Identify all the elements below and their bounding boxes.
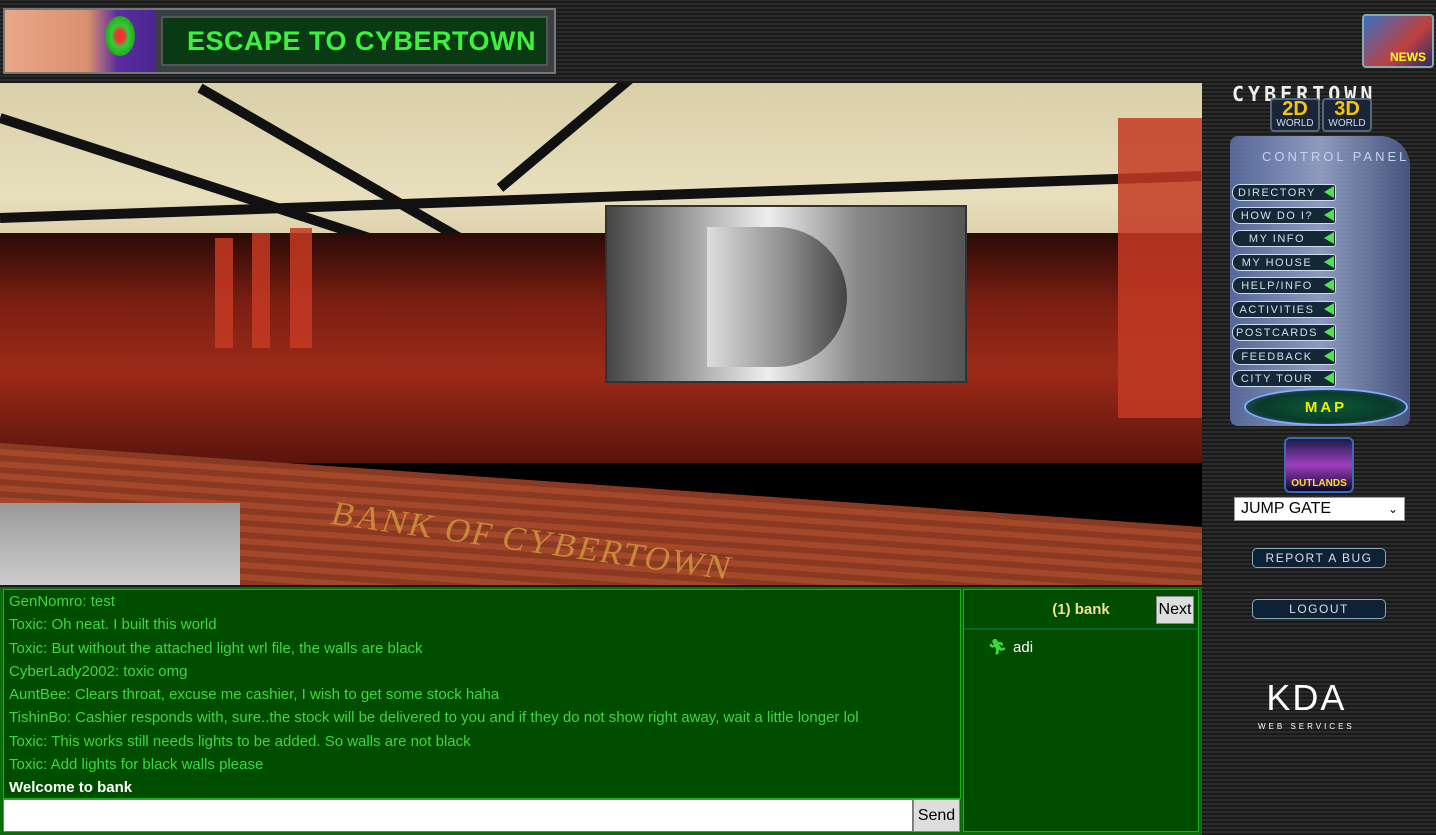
wall-panel (215, 238, 233, 348)
chat-message: Toxic: This works still needs lights to … (9, 732, 471, 750)
kda-logo: KDA WEB SERVICES (1258, 677, 1355, 732)
nav-label: ACTIVITIES (1239, 303, 1315, 316)
arrow-left-icon (1324, 326, 1334, 338)
wall-banner (1118, 118, 1202, 418)
bank-vault (605, 205, 967, 383)
nav-activities[interactable]: ACTIVITIES (1232, 301, 1336, 318)
wall-panel (252, 233, 270, 348)
room-title: (1) bank (1052, 600, 1110, 618)
user-name: adi (1013, 638, 1034, 656)
user-list-header: (1) bank Next (964, 590, 1198, 630)
chat-input[interactable] (3, 799, 913, 832)
arrow-left-icon (1324, 232, 1334, 244)
arrow-left-icon (1324, 209, 1334, 221)
chat-area: GenNomro: test Toxic: Oh neat. I built th… (0, 587, 1202, 835)
nav-city-tour[interactable]: CITY TOUR (1232, 370, 1336, 387)
arrow-left-icon (1324, 279, 1334, 291)
chat-message: AuntBee: Clears throat, excuse me cashie… (9, 686, 500, 704)
logout-button[interactable]: LOGOUT (1252, 599, 1386, 619)
arrow-left-icon (1324, 186, 1334, 198)
arrow-left-icon (1324, 372, 1334, 384)
chat-messages: GenNomro: test Toxic: Oh neat. I built th… (3, 589, 961, 799)
control-panel-title: CONTROL PANEL (1262, 149, 1410, 164)
nav-my-house[interactable]: MY HOUSE (1232, 254, 1336, 271)
3d-label: 3D (1334, 98, 1360, 120)
chat-message: TishinBo: Cashier responds with, sure..t… (9, 709, 859, 727)
3d-world-viewport[interactable]: BANK OF CYBERTOWN (0, 83, 1202, 585)
nav-directory[interactable]: DIRECTORY (1232, 184, 1336, 201)
2d-world-button[interactable]: 2D WORLD (1270, 98, 1320, 132)
chat-message: CyberLady2002: toxic omg (9, 662, 188, 680)
jump-gate-select[interactable]: JUMP GATE ⌄ (1234, 497, 1405, 521)
3d-world-button[interactable]: 3D WORLD (1322, 98, 1372, 132)
chat-message: Toxic: Oh neat. I built this world (9, 616, 217, 634)
world-label: WORLD (1276, 118, 1314, 129)
world-label: WORLD (1328, 118, 1366, 129)
nav-postcards[interactable]: POSTCARDS (1232, 324, 1336, 341)
nav-label: POSTCARDS (1236, 326, 1318, 339)
cybertown-banner: ESCAPE TO CYBERTOWN (3, 8, 556, 74)
floor (0, 503, 240, 585)
send-button[interactable]: Send (913, 799, 960, 832)
arrow-left-icon (1324, 303, 1334, 315)
wall-panel (290, 228, 312, 348)
chevron-down-icon: ⌄ (1387, 502, 1398, 516)
nav-label: MY HOUSE (1241, 256, 1313, 269)
system-message: Welcome to bank (9, 779, 133, 797)
nav-label: HELP/INFO (1241, 279, 1313, 292)
nav-label: FEEDBACK (1241, 350, 1313, 363)
wall (0, 233, 1202, 463)
news-button[interactable]: NEWS (1362, 14, 1434, 68)
nav-label: HOW DO I? (1240, 209, 1314, 222)
user-list-item[interactable]: 🏃︎ adi (988, 638, 1198, 657)
nav-label: CITY TOUR (1240, 372, 1314, 385)
news-label: NEWS (1390, 50, 1426, 64)
2d-label: 2D (1282, 98, 1308, 120)
user-list-panel: (1) bank Next 🏃︎ adi (963, 589, 1199, 832)
arrow-left-icon (1324, 256, 1334, 268)
next-button[interactable]: Next (1156, 596, 1194, 624)
sidebar: CYBERTOWN 2D WORLD 3D WORLD CONTROL PANEL … (1202, 80, 1436, 835)
banner-title: ESCAPE TO CYBERTOWN (161, 16, 548, 66)
vault-door (707, 227, 847, 367)
nav-label: MY INFO (1248, 232, 1306, 245)
outlands-button[interactable]: OUTLANDS (1284, 437, 1354, 493)
arrow-left-icon (1324, 350, 1334, 362)
nav-help-info[interactable]: HELP/INFO (1232, 277, 1336, 294)
avatar-face-image (5, 10, 155, 72)
nav-my-info[interactable]: MY INFO (1232, 230, 1336, 247)
nav-how-do-i[interactable]: HOW DO I? (1232, 207, 1336, 224)
nav-feedback[interactable]: FEEDBACK (1232, 348, 1336, 365)
map-button[interactable]: MAP (1244, 388, 1408, 426)
chat-message: GenNomro: test (9, 593, 115, 610)
jump-gate-value: JUMP GATE (1241, 500, 1332, 517)
chat-message: Toxic: Add lights for black walls please (9, 756, 264, 774)
chat-message: Toxic: But without the attached light wr… (9, 639, 423, 657)
running-avatar-icon: 🏃︎ (988, 639, 1008, 656)
report-bug-button[interactable]: REPORT A BUG (1252, 548, 1386, 568)
nav-label: DIRECTORY (1238, 186, 1316, 199)
